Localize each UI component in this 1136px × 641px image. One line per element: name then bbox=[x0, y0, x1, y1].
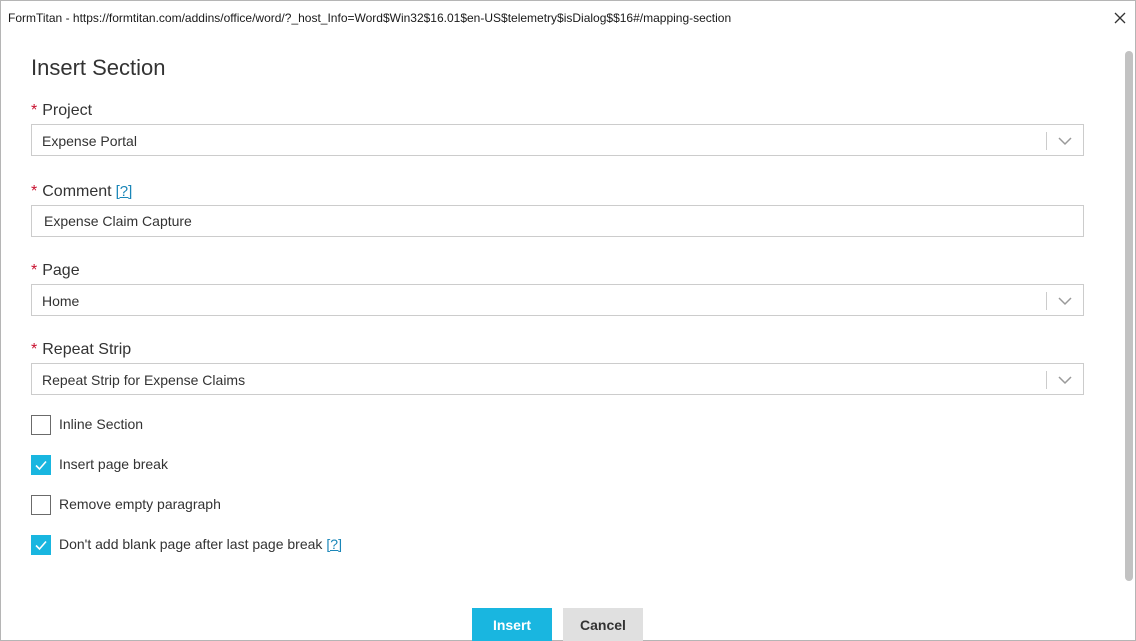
select-separator bbox=[1046, 371, 1047, 389]
required-marker: * bbox=[31, 262, 38, 279]
project-label-text: Project bbox=[42, 102, 93, 119]
required-marker: * bbox=[31, 341, 38, 358]
close-icon bbox=[1109, 7, 1131, 29]
comment-help-link[interactable]: [?] bbox=[116, 183, 133, 200]
repeat-strip-select[interactable]: Repeat Strip for Expense Claims bbox=[31, 363, 1084, 395]
inline-section-label: Inline Section bbox=[59, 416, 144, 432]
comment-label: * Comment [?] bbox=[31, 183, 132, 201]
inline-section-checkbox[interactable] bbox=[31, 415, 51, 435]
required-marker: * bbox=[31, 183, 38, 200]
insert-button[interactable]: Insert bbox=[472, 608, 552, 641]
dialog-window: FormTitan - https://formtitan.com/addins… bbox=[0, 0, 1136, 641]
cancel-button[interactable]: Cancel bbox=[563, 608, 643, 641]
page-label-text: Page bbox=[42, 262, 80, 279]
project-select-value: Expense Portal bbox=[42, 133, 137, 149]
project-label: * Project bbox=[31, 102, 92, 120]
window-title: FormTitan - https://formtitan.com/addins… bbox=[8, 11, 732, 25]
title-bar: FormTitan - https://formtitan.com/addins… bbox=[1, 1, 1135, 35]
comment-label-text: Comment bbox=[42, 183, 112, 200]
repeat-strip-label-text: Repeat Strip bbox=[42, 341, 132, 358]
page-title: Insert Section bbox=[31, 55, 166, 80]
no-blank-page-label-text: Don't add blank page after last page bre… bbox=[59, 536, 323, 552]
select-separator bbox=[1046, 132, 1047, 150]
repeat-strip-label: * Repeat Strip bbox=[31, 341, 131, 359]
insert-page-break-checkbox[interactable] bbox=[31, 455, 51, 475]
scrollbar-thumb[interactable] bbox=[1125, 51, 1133, 581]
checkmark-icon bbox=[35, 460, 47, 471]
required-marker: * bbox=[31, 102, 38, 119]
close-button[interactable] bbox=[1109, 7, 1131, 29]
select-separator bbox=[1046, 292, 1047, 310]
comment-input[interactable] bbox=[31, 205, 1084, 237]
chevron-down-icon bbox=[1057, 373, 1073, 387]
chevron-down-icon bbox=[1057, 294, 1073, 308]
no-blank-page-help-link[interactable]: [?] bbox=[326, 536, 342, 552]
remove-empty-paragraph-checkbox[interactable] bbox=[31, 495, 51, 515]
insert-page-break-label: Insert page break bbox=[59, 456, 168, 472]
page-select-value: Home bbox=[42, 293, 80, 309]
checkmark-icon bbox=[35, 540, 47, 551]
chevron-down-icon bbox=[1057, 134, 1073, 148]
no-blank-page-checkbox[interactable] bbox=[31, 535, 51, 555]
page-label: * Page bbox=[31, 262, 80, 280]
no-blank-page-label: Don't add blank page after last page bre… bbox=[59, 536, 342, 552]
page-select[interactable]: Home bbox=[31, 284, 1084, 316]
remove-empty-paragraph-label: Remove empty paragraph bbox=[59, 496, 221, 512]
project-select[interactable]: Expense Portal bbox=[31, 124, 1084, 156]
repeat-strip-select-value: Repeat Strip for Expense Claims bbox=[42, 372, 246, 388]
